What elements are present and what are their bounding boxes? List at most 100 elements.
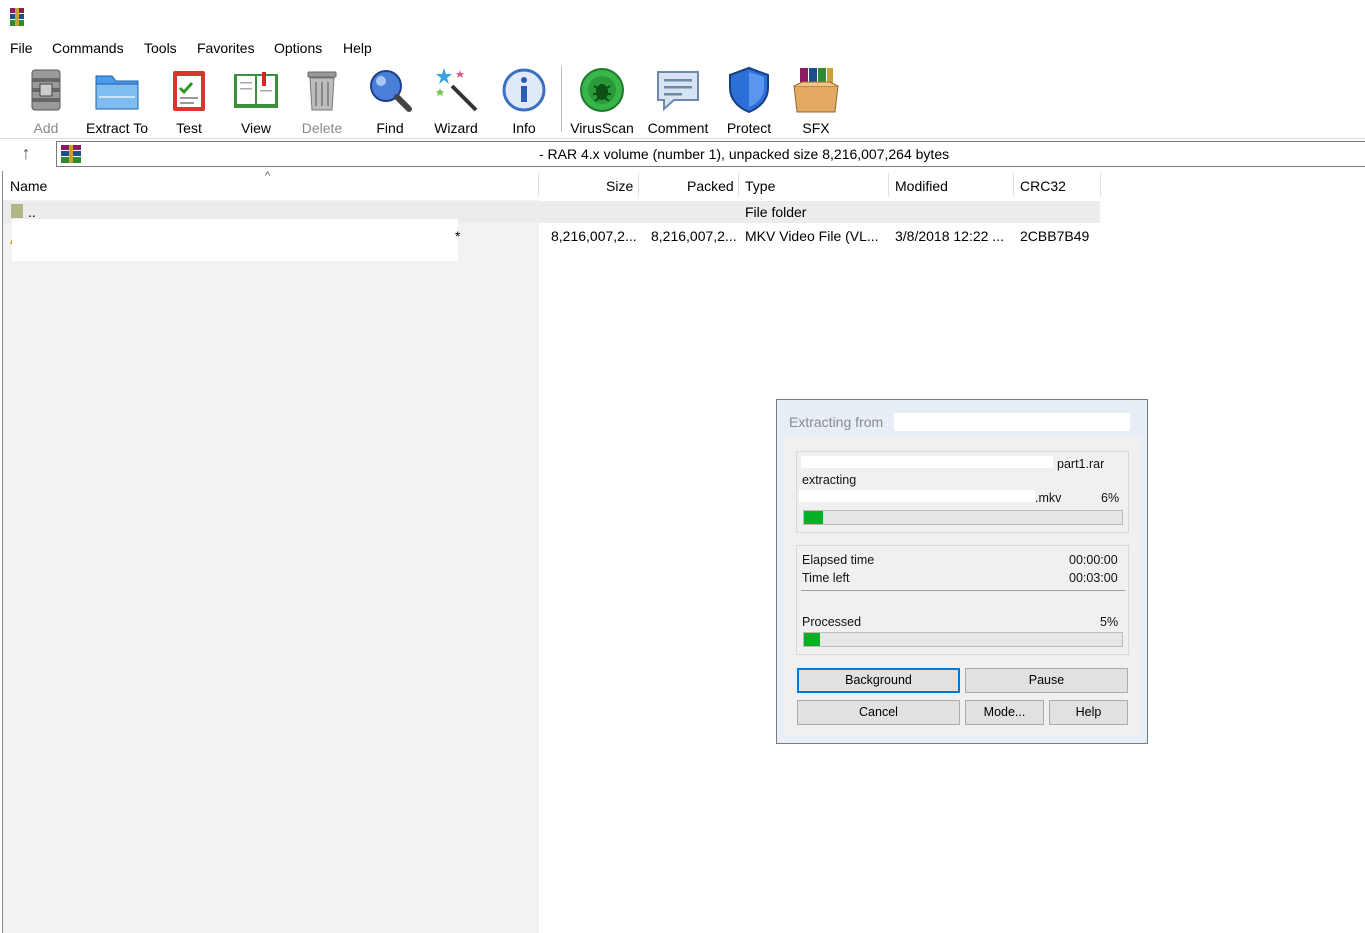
test-label: Test <box>176 120 202 136</box>
file-percent: 6% <box>1101 491 1120 505</box>
wizard-label: Wizard <box>434 120 478 136</box>
column-separator[interactable] <box>638 173 639 197</box>
elapsed-time-value: 00:00:00 <box>1069 553 1118 567</box>
test-button[interactable]: Test <box>162 66 216 136</box>
row-name: .. <box>28 204 36 220</box>
file-progress-fill <box>804 511 824 524</box>
title-bar <box>0 0 1365 36</box>
processed-progress-fill <box>804 633 820 646</box>
add-archive-icon <box>31 69 61 111</box>
trash-icon <box>307 71 337 111</box>
file-progress-bar <box>803 510 1123 525</box>
row-name[interactable]: * <box>455 228 460 244</box>
help-button[interactable]: Help <box>1049 700 1128 725</box>
divider <box>801 590 1125 591</box>
column-header-name[interactable]: Name <box>10 178 47 194</box>
row-type: File folder <box>745 204 807 220</box>
virusscan-button[interactable]: VirusScan <box>568 66 636 136</box>
column-separator[interactable] <box>738 173 739 197</box>
dialog-title: Extracting from <box>789 414 884 430</box>
column-separator[interactable] <box>538 173 539 197</box>
column-separator[interactable] <box>888 173 889 197</box>
test-clipboard-icon <box>173 71 205 111</box>
row-size: 8,216,007,2... <box>551 228 637 244</box>
archive-name-suffix: part1.rar <box>1057 457 1105 471</box>
column-separator[interactable] <box>1013 173 1014 197</box>
column-header-packed[interactable]: Packed <box>687 178 734 194</box>
column-separator[interactable] <box>1100 173 1101 197</box>
menu-favorites[interactable]: Favorites <box>197 40 255 56</box>
virus-scan-icon <box>580 68 624 112</box>
dialog-body: part1.rar extracting .mkv 6% Elapsed tim… <box>785 437 1141 736</box>
add-label: Add <box>33 120 59 136</box>
time-left-value: 00:03:00 <box>1069 571 1118 585</box>
column-header-type[interactable]: Type <box>745 178 775 194</box>
pause-button[interactable]: Pause <box>965 668 1128 693</box>
row-modified: 3/8/2018 12:22 ... <box>895 228 1004 244</box>
comment-icon <box>657 71 699 112</box>
view-book-icon <box>234 72 278 108</box>
row-packed: 8,216,007,2... <box>651 228 737 244</box>
extract-folder-icon <box>95 75 139 110</box>
extraction-dialog: Extracting from part1.rar extracting .mk… <box>776 399 1148 744</box>
find-label: Find <box>376 120 404 136</box>
processed-label: Processed <box>802 615 862 629</box>
cancel-button[interactable]: Cancel <box>797 700 960 725</box>
elapsed-time-label: Elapsed time <box>802 553 875 567</box>
row-type: MKV Video File (VL... <box>745 228 879 244</box>
menu-tools[interactable]: Tools <box>144 40 177 56</box>
file-progress-group: part1.rar extracting .mkv 6% <box>796 451 1129 533</box>
address-bar[interactable]: - RAR 4.x volume (number 1), unpacked si… <box>56 141 1365 167</box>
column-header-crc32[interactable]: CRC32 <box>1020 178 1066 194</box>
extract-to-button[interactable]: Extract To <box>82 66 152 136</box>
magnifier-icon <box>370 70 412 112</box>
menu-help[interactable]: Help <box>343 40 372 56</box>
toolbar: Add Extract To Test View Delete Find Wiz… <box>0 60 1365 139</box>
toolbar-separator <box>561 66 562 132</box>
folder-icon <box>11 204 23 218</box>
up-folder-arrow-icon[interactable]: ↑ <box>16 143 36 163</box>
view-button[interactable]: View <box>228 66 284 136</box>
action-label: extracting <box>802 473 857 487</box>
virusscan-label: VirusScan <box>570 120 634 136</box>
time-progress-group: Elapsed time 00:00:00 Time left 00:03:00… <box>796 545 1129 655</box>
info-label: Info <box>512 120 536 136</box>
delete-button[interactable]: Delete <box>294 66 350 136</box>
time-left-label: Time left <box>802 571 850 585</box>
magic-wand-icon <box>436 68 478 112</box>
extract-to-label: Extract To <box>86 120 148 136</box>
file-name-suffix: .mkv <box>1035 491 1062 505</box>
rar-archive-icon <box>61 145 81 163</box>
mode-button[interactable]: Mode... <box>965 700 1044 725</box>
menu-options[interactable]: Options <box>274 40 322 56</box>
processed-percent: 5% <box>1100 615 1119 629</box>
menu-bar: File Commands Tools Favorites Options He… <box>0 38 1365 60</box>
sfx-button[interactable]: SFX <box>788 66 844 136</box>
winrar-app-icon[interactable] <box>10 8 24 26</box>
menu-file[interactable]: File <box>10 40 33 56</box>
redacted-archive-name <box>894 413 1130 431</box>
protect-label: Protect <box>726 120 772 136</box>
info-button[interactable]: Info <box>496 66 552 136</box>
delete-label: Delete <box>301 120 343 136</box>
column-header-modified[interactable]: Modified <box>895 178 948 194</box>
comment-label: Comment <box>647 120 709 136</box>
sfx-label: SFX <box>802 120 830 136</box>
add-button[interactable]: Add <box>16 66 76 136</box>
column-header-size[interactable]: Size <box>606 178 633 194</box>
find-button[interactable]: Find <box>362 66 418 136</box>
info-icon <box>502 68 546 112</box>
redacted-filename <box>799 490 1035 502</box>
processed-progress-bar <box>803 632 1123 647</box>
menu-commands[interactable]: Commands <box>52 40 124 56</box>
protect-button[interactable]: Protect <box>720 66 778 136</box>
redacted-filename <box>12 219 458 261</box>
comment-button[interactable]: Comment <box>643 66 713 136</box>
sort-ascending-icon: ^ <box>265 170 271 182</box>
name-column-background <box>3 200 539 933</box>
wizard-button[interactable]: Wizard <box>428 66 484 136</box>
background-button[interactable]: Background <box>797 668 960 693</box>
redacted-path <box>801 456 1053 468</box>
sfx-box-icon <box>793 68 839 113</box>
row-crc32: 2CBB7B49 <box>1020 228 1090 244</box>
